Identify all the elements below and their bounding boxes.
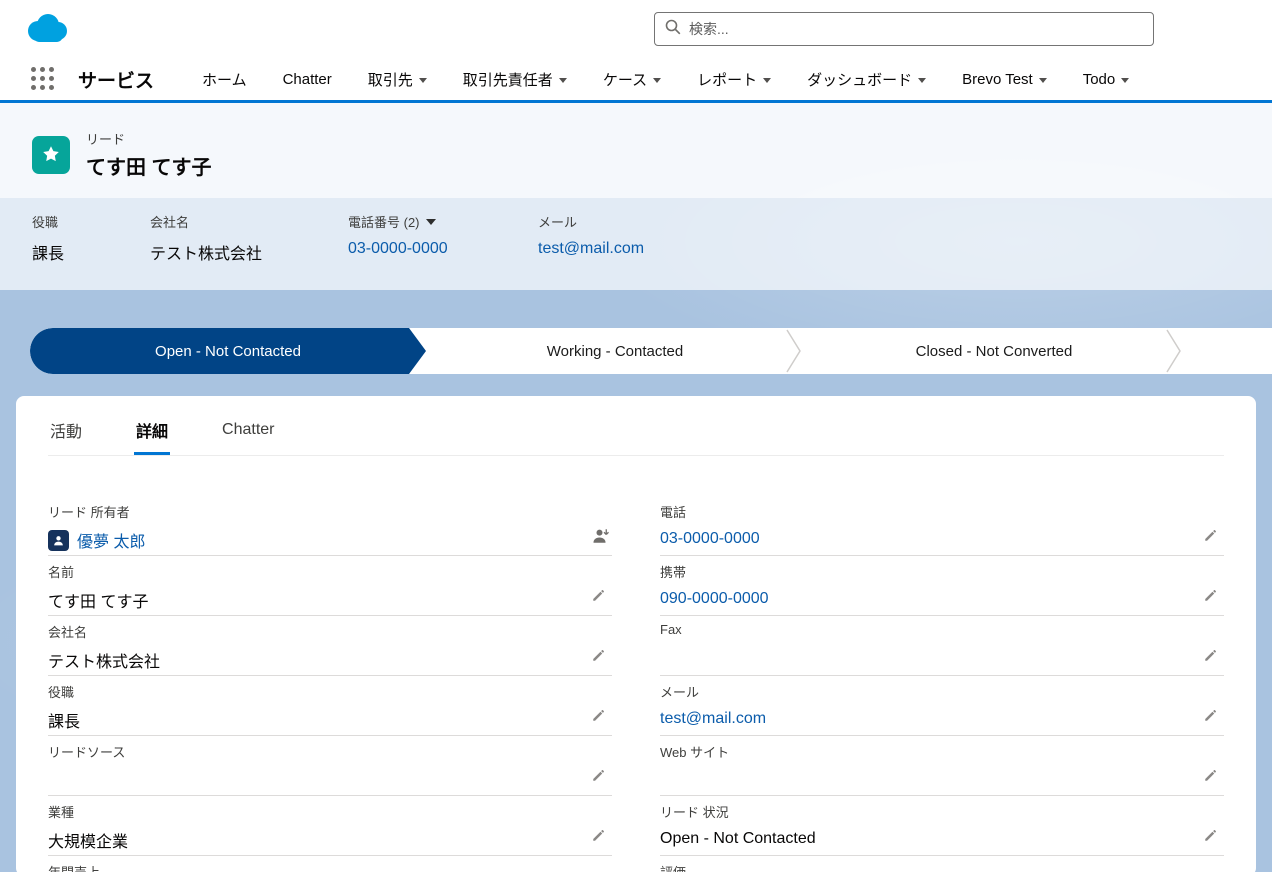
edit-icon[interactable] bbox=[591, 768, 606, 783]
change-owner-icon[interactable] bbox=[592, 527, 610, 545]
field-phone: 電話 03-0000-0000 bbox=[660, 496, 1224, 556]
object-label: リード bbox=[86, 132, 126, 147]
nav-item-dashboards[interactable]: ダッシュボード bbox=[807, 69, 927, 90]
edit-icon[interactable] bbox=[591, 828, 606, 843]
field-industry: 業種 大規模企業 bbox=[48, 796, 612, 856]
details-grid: リード 所有者 優夢 太郎 名前 てす田 てす子 会社名 テスト株式会社 役職 … bbox=[48, 496, 1224, 872]
email-link[interactable]: test@mail.com bbox=[538, 240, 644, 257]
nav-item-home[interactable]: ホーム bbox=[202, 69, 247, 90]
edit-icon[interactable] bbox=[1203, 528, 1218, 543]
app-launcher-icon[interactable] bbox=[28, 64, 58, 94]
global-header bbox=[0, 0, 1272, 58]
path-stage-next[interactable] bbox=[1184, 328, 1272, 374]
edit-icon[interactable] bbox=[1203, 648, 1218, 663]
page-title: てす田 てす子 bbox=[86, 157, 212, 179]
tab-details[interactable]: 詳細 bbox=[134, 408, 171, 455]
app-name: サービス bbox=[78, 70, 155, 92]
path-stage-working[interactable]: Working - Contacted bbox=[426, 328, 804, 374]
field-lead-status: リード 状況 Open - Not Contacted bbox=[660, 796, 1224, 856]
chevron-down-icon[interactable] bbox=[763, 77, 772, 83]
chevron-down-icon[interactable] bbox=[1121, 77, 1130, 83]
nav-bar: サービス ホーム Chatter 取引先 取引先責任者 ケース レポート ダッシ… bbox=[0, 58, 1272, 103]
edit-icon[interactable] bbox=[1203, 768, 1218, 783]
details-left-column: リード 所有者 優夢 太郎 名前 てす田 てす子 会社名 テスト株式会社 役職 … bbox=[48, 496, 612, 872]
nav-item-contacts[interactable]: 取引先責任者 bbox=[463, 69, 567, 90]
field-annual-revenue: 年間売上 bbox=[48, 856, 612, 872]
lead-object-icon bbox=[32, 135, 70, 174]
edit-icon[interactable] bbox=[591, 588, 606, 603]
email-link[interactable]: test@mail.com bbox=[660, 710, 766, 728]
edit-icon[interactable] bbox=[1203, 588, 1218, 603]
highlights-panel: 役職 課長 会社名 テスト株式会社 電話番号 (2) 03-0000-0000 … bbox=[0, 198, 1272, 290]
mobile-link[interactable]: 090-0000-0000 bbox=[660, 590, 769, 608]
search-input[interactable] bbox=[689, 21, 1143, 37]
edit-icon[interactable] bbox=[1203, 708, 1218, 723]
field-rating: 評価 bbox=[660, 856, 1224, 872]
tab-activity[interactable]: 活動 bbox=[48, 408, 84, 455]
salesforce-logo-icon bbox=[24, 12, 70, 46]
edit-icon[interactable] bbox=[591, 648, 606, 663]
edit-icon[interactable] bbox=[591, 708, 606, 723]
field-email: メール test@mail.com bbox=[660, 676, 1224, 736]
field-fax: Fax bbox=[660, 616, 1224, 676]
chevron-down-icon[interactable] bbox=[1038, 77, 1047, 83]
detail-tabs: 活動 詳細 Chatter bbox=[48, 408, 1224, 456]
nav-item-chatter[interactable]: Chatter bbox=[283, 71, 332, 88]
phone-link[interactable]: 03-0000-0000 bbox=[348, 240, 448, 257]
nav-item-brevo-test[interactable]: Brevo Test bbox=[962, 71, 1047, 88]
owner-link[interactable]: 優夢 太郎 bbox=[77, 528, 145, 552]
chevron-down-icon[interactable] bbox=[558, 77, 567, 83]
field-lead-owner: リード 所有者 優夢 太郎 bbox=[48, 496, 612, 556]
nav-item-todo[interactable]: Todo bbox=[1083, 71, 1130, 88]
chevron-down-icon[interactable] bbox=[653, 77, 662, 83]
owner-avatar bbox=[48, 529, 69, 551]
details-right-column: 電話 03-0000-0000 携帯 090-0000-0000 Fax メール… bbox=[660, 496, 1224, 872]
record-header: リード てす田 てす子 bbox=[0, 103, 1272, 198]
edit-icon[interactable] bbox=[1203, 828, 1218, 843]
nav-item-accounts[interactable]: 取引先 bbox=[368, 69, 427, 90]
path-separator bbox=[786, 329, 801, 373]
path-stage-open[interactable]: Open - Not Contacted bbox=[30, 328, 426, 374]
tab-chatter[interactable]: Chatter bbox=[220, 408, 276, 455]
highlight-email-field: メール test@mail.com bbox=[538, 215, 645, 257]
field-mobile: 携帯 090-0000-0000 bbox=[660, 556, 1224, 616]
path-stage-closed[interactable]: Closed - Not Converted bbox=[804, 328, 1184, 374]
search-icon bbox=[665, 19, 681, 40]
highlight-company-field: 会社名 テスト株式会社 bbox=[150, 215, 263, 263]
global-search[interactable] bbox=[654, 12, 1154, 46]
page-content: リード てす田 てす子 役職 課長 会社名 テスト株式会社 電話番号 (2) 0… bbox=[0, 103, 1272, 872]
phone-link[interactable]: 03-0000-0000 bbox=[660, 530, 760, 548]
nav-item-cases[interactable]: ケース bbox=[603, 69, 662, 90]
highlight-title-field: 役職 課長 bbox=[32, 215, 65, 263]
highlight-phone-field: 電話番号 (2) 03-0000-0000 bbox=[348, 215, 448, 257]
path-separator bbox=[1166, 329, 1181, 373]
chevron-down-icon[interactable] bbox=[418, 77, 427, 83]
record-titles: リード てす田 てす子 bbox=[86, 129, 212, 180]
nav-items: ホーム Chatter 取引先 取引先責任者 ケース レポート ダッシュボード … bbox=[202, 69, 1130, 90]
field-lead-source: リードソース bbox=[48, 736, 612, 796]
field-title: 役職 課長 bbox=[48, 676, 612, 736]
record-detail-card: 活動 詳細 Chatter リード 所有者 優夢 太郎 名前 てす田 てす子 会… bbox=[16, 396, 1256, 872]
field-website: Web サイト bbox=[660, 736, 1224, 796]
nav-item-reports[interactable]: レポート bbox=[697, 69, 772, 90]
chevron-down-icon[interactable] bbox=[918, 77, 927, 83]
phone-dropdown-icon[interactable] bbox=[425, 218, 436, 225]
lead-path: Open - Not Contacted Working - Contacted… bbox=[30, 328, 1272, 374]
field-company: 会社名 テスト株式会社 bbox=[48, 616, 612, 676]
field-name: 名前 てす田 てす子 bbox=[48, 556, 612, 616]
